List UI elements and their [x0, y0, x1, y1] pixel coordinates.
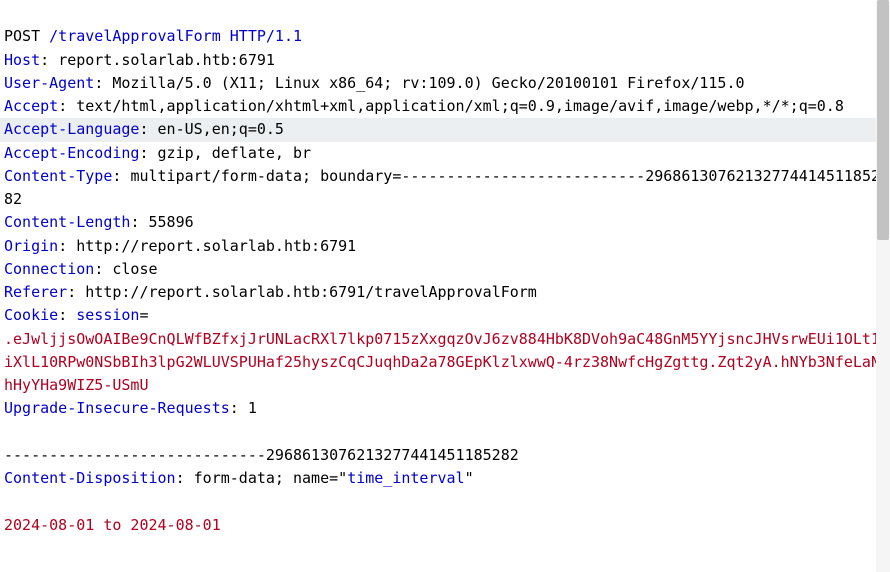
sep: : [112, 167, 130, 185]
content-disposition-suffix: " [465, 469, 474, 487]
scrollbar-thumb[interactable] [877, 0, 889, 240]
header-content-type-value-prefix: multipart/form-data; boundary= [130, 167, 401, 185]
header-host-value: report.solarlab.htb:6791 [58, 51, 275, 69]
header-connection-name: Connection [4, 260, 94, 278]
sep: : [230, 399, 248, 417]
header-accept-name: Accept [4, 97, 58, 115]
sep: : [94, 74, 112, 92]
sep: : [58, 306, 76, 324]
sep: : [94, 260, 112, 278]
header-host-name: Host [4, 51, 40, 69]
header-content-length-value: 55896 [149, 213, 194, 231]
content-disposition-mid: : form-data; name=" [176, 469, 348, 487]
header-accept-encoding-name: Accept-Encoding [4, 144, 139, 162]
cookie-session-value: .eJwljjsOwOAIBe9CnQLWfBZfxjJrUNLacRXl7lk… [4, 330, 880, 395]
body-boundary-id: 296861307621327744145118528​2 [266, 446, 519, 464]
header-upgrade-value: 1 [248, 399, 257, 417]
header-accept-encoding-value: gzip, deflate, br [158, 144, 312, 162]
sep: : [139, 144, 157, 162]
request-protocol: HTTP/1.1 [230, 27, 302, 45]
header-connection-value: close [112, 260, 157, 278]
header-origin-value: http://report.solarlab.htb:6791 [76, 237, 356, 255]
sep: : [130, 213, 148, 231]
header-content-type-name: Content-Type [4, 167, 112, 185]
header-ua-name: User-Agent [4, 74, 94, 92]
highlighted-line[interactable]: Accept-Language: en-US,en;q=0.5 [0, 118, 890, 141]
header-cookie-name: Cookie [4, 306, 58, 324]
form-param-name: time_interval [347, 469, 464, 487]
request-method: POST [4, 27, 40, 45]
sep: : [67, 283, 85, 301]
header-accept-language-name: Accept-Language [4, 120, 139, 138]
header-accept-value: text/html,application/xhtml+xml,applicat… [76, 97, 844, 115]
body-boundary-dashes: ----------------------------- [4, 446, 266, 464]
header-origin-name: Origin [4, 237, 58, 255]
cookie-session-key: session [76, 306, 139, 324]
content-disposition-name: Content-Disposition [4, 469, 176, 487]
http-request-viewer: POST /travelApprovalForm HTTP/1.1 Host : … [0, 0, 890, 539]
sep: : [40, 51, 58, 69]
vertical-scrollbar[interactable] [876, 0, 890, 572]
request-path: /travelApprovalForm [49, 27, 221, 45]
form-value-time-interval: 2024-08-01 to 2024-08-01 [4, 516, 221, 534]
header-accept-language-value: en-US,en;q=0.5 [158, 120, 284, 138]
boundary-dashes: --------------------------- [401, 167, 645, 185]
equals: = [139, 306, 148, 324]
header-ua-value: Mozilla/5.0 (X11; Linux x86_64; rv:109.0… [112, 74, 744, 92]
header-upgrade-name: Upgrade-Insecure-Requests [4, 399, 230, 417]
sep: : [58, 97, 76, 115]
header-referer-name: Referer [4, 283, 67, 301]
header-content-length-name: Content-Length [4, 213, 130, 231]
sep: : [58, 237, 76, 255]
sep: : [139, 120, 157, 138]
header-referer-value: http://report.solarlab.htb:6791/travelAp… [85, 283, 537, 301]
